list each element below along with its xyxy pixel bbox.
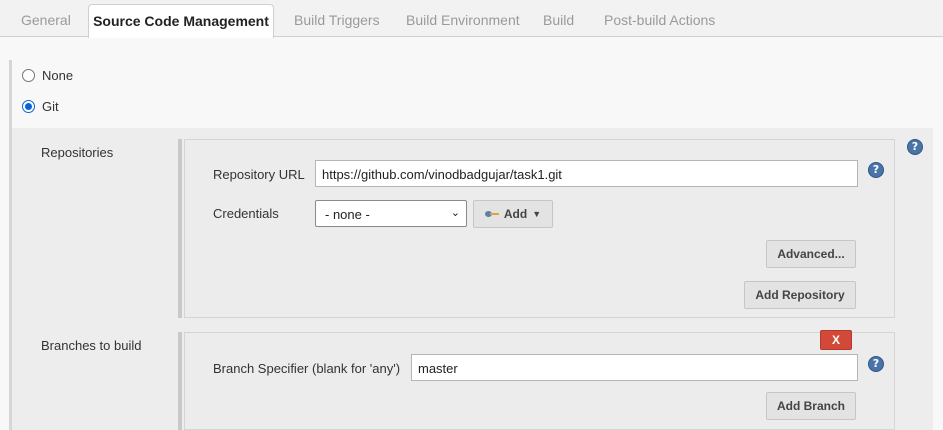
credentials-label: Credentials (213, 206, 279, 221)
tab-bar: General Source Code Management Build Tri… (0, 0, 943, 38)
branch-specifier-label: Branch Specifier (blank for 'any') (213, 361, 401, 376)
scm-option-git[interactable]: Git (22, 99, 59, 114)
branches-label: Branches to build (41, 338, 142, 353)
scm-option-git-label: Git (42, 99, 59, 114)
branch-specifier-input[interactable]: master (411, 354, 858, 381)
tab-build-triggers[interactable]: Build Triggers (294, 12, 380, 28)
add-credentials-label: Add (503, 207, 528, 221)
tab-build[interactable]: Build (543, 12, 574, 28)
repository-url-input[interactable]: https://github.com/vinodbadgujar/task1.g… (315, 160, 858, 187)
help-icon[interactable]: ? (907, 139, 923, 155)
repositories-bar (178, 139, 182, 318)
radio-none[interactable] (22, 69, 35, 82)
tab-post-build-actions[interactable]: Post-build Actions (604, 12, 715, 28)
scm-option-none-label: None (42, 68, 74, 83)
tab-build-environment[interactable]: Build Environment (406, 12, 520, 28)
delete-branch-button[interactable]: X (820, 330, 852, 350)
scm-option-none[interactable]: None (22, 68, 73, 83)
repositories-label: Repositories (41, 145, 114, 160)
advanced-button[interactable]: Advanced... (766, 240, 856, 268)
radio-git[interactable] (22, 100, 35, 113)
key-icon (484, 210, 499, 218)
add-credentials-button[interactable]: Add ▼ (473, 200, 553, 228)
tab-source-code-management[interactable]: Source Code Management (88, 4, 274, 38)
credentials-value: - none - (325, 207, 370, 222)
credentials-select[interactable]: - none - ⌄ (315, 200, 467, 227)
chevron-down-icon: ⌄ (450, 207, 460, 219)
help-icon[interactable]: ? (868, 356, 884, 372)
caret-down-icon: ▼ (532, 209, 542, 219)
branches-bar (178, 332, 182, 430)
repository-url-label: Repository URL (213, 167, 305, 182)
add-repository-button[interactable]: Add Repository (744, 281, 856, 309)
add-branch-button[interactable]: Add Branch (766, 392, 856, 420)
help-icon[interactable]: ? (868, 162, 884, 178)
tab-general[interactable]: General (21, 12, 71, 28)
